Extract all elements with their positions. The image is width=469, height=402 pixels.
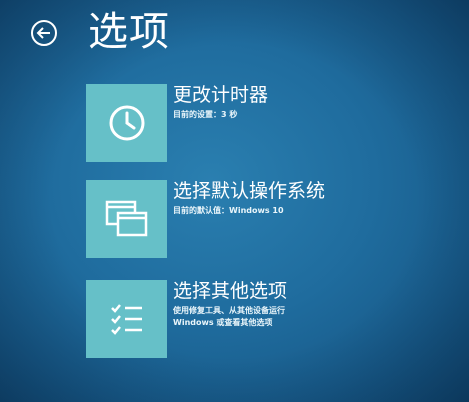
windows-icon (105, 200, 147, 237)
option-title: 更改计时器 (173, 84, 269, 106)
option-description: 目前的设置：3 秒 (173, 109, 443, 121)
option-change-timer[interactable]: 更改计时器 目前的设置：3 秒 (86, 84, 446, 168)
option-description-line: 目前的设置：3 秒 (173, 110, 238, 119)
page-title: 选项 (88, 9, 170, 55)
option-description: 目前的默认值：Windows 10 (173, 205, 443, 217)
option-choose-default-os[interactable]: 选择默认操作系统 目前的默认值：Windows 10 (86, 180, 446, 264)
option-description-line: 使用修复工具、从其他设备运行 (173, 306, 285, 315)
option-tile (86, 84, 167, 162)
option-description-line: Windows 或查看其他选项 (173, 318, 273, 327)
back-button[interactable] (30, 19, 58, 47)
option-tile (86, 180, 167, 258)
option-title: 选择其他选项 (173, 280, 288, 302)
option-description-line: 目前的默认值：Windows 10 (173, 206, 284, 215)
option-tile (86, 280, 167, 358)
option-title: 选择默认操作系统 (173, 180, 326, 202)
clock-icon (109, 105, 144, 141)
option-choose-other-options[interactable]: 选择其他选项 使用修复工具、从其他设备运行 Windows 或查看其他选项 (86, 280, 446, 364)
checklist-icon (110, 304, 142, 335)
option-description: 使用修复工具、从其他设备运行 Windows 或查看其他选项 (173, 305, 443, 329)
back-arrow-icon (31, 20, 57, 46)
